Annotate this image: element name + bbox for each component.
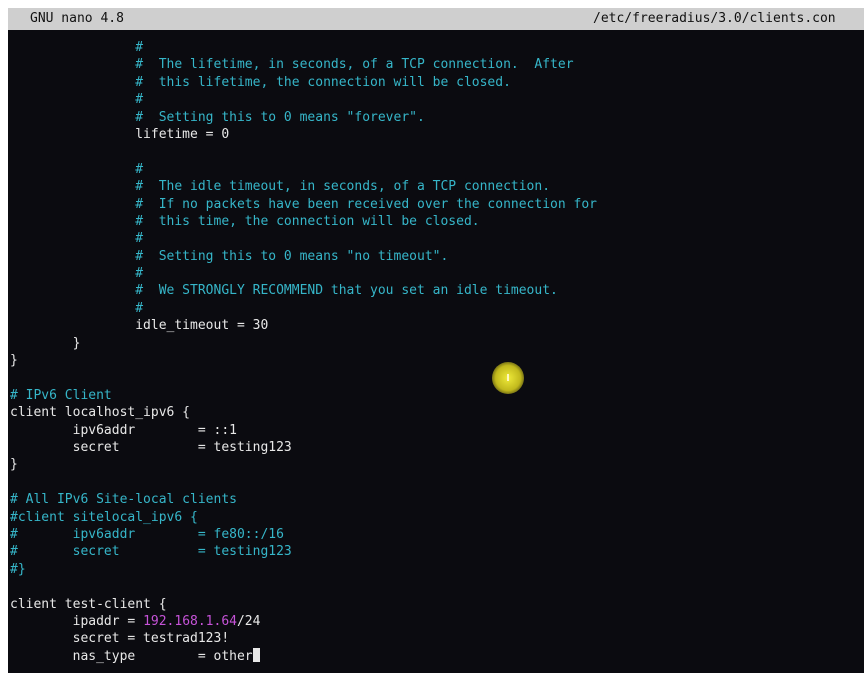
comment-text: # The lifetime, in seconds, of a TCP con… — [10, 57, 574, 73]
comment-text: # Setting this to 0 means "forever". — [10, 109, 425, 125]
comment-text: # — [10, 92, 144, 108]
editor-line[interactable]: # The idle timeout, in seconds, of a TCP… — [10, 178, 862, 195]
comment-text: #} — [10, 561, 26, 577]
comment-text: # We STRONGLY RECOMMEND that you set an … — [10, 283, 558, 299]
editor-line[interactable]: } — [10, 456, 862, 473]
editor-line[interactable]: # — [10, 300, 862, 317]
editor-line[interactable]: # — [10, 39, 862, 56]
editor-line[interactable]: # IPv6 Client — [10, 387, 862, 404]
editor-line[interactable]: secret = testing123 — [10, 439, 862, 456]
editor-line[interactable]: } — [10, 335, 862, 352]
code-text: client test-client { — [10, 596, 167, 612]
editor-line[interactable]: # All IPv6 Site-local clients — [10, 491, 862, 508]
comment-text: # All IPv6 Site-local clients — [10, 492, 237, 508]
editor-line[interactable]: # — [10, 91, 862, 108]
editor-line[interactable]: #} — [10, 561, 862, 578]
comment-text: #client sitelocal_ipv6 { — [10, 509, 198, 525]
comment-text: # ipv6addr = fe80::/16 — [10, 526, 284, 542]
editor-line[interactable]: ipv6addr = ::1 — [10, 422, 862, 439]
editor-line[interactable]: # — [10, 161, 862, 178]
comment-text: # Setting this to 0 means "no timeout". — [10, 248, 449, 264]
editor-line[interactable]: # The lifetime, in seconds, of a TCP con… — [10, 56, 862, 73]
comment-text: # IPv6 Client — [10, 387, 112, 403]
editor-line[interactable]: lifetime = 0 — [10, 126, 862, 143]
mouse-cursor-highlight — [492, 362, 524, 394]
editor-line[interactable] — [10, 474, 862, 491]
editor-line[interactable]: # this time, the connection will be clos… — [10, 213, 862, 230]
code-text: client localhost_ipv6 { — [10, 405, 191, 421]
editor-line[interactable]: secret = testrad123! — [10, 630, 862, 647]
editor-line[interactable]: idle_timeout = 30 — [10, 317, 862, 334]
editor-line[interactable]: ipaddr = 192.168.1.64/24 — [10, 613, 862, 630]
code-text: ipaddr = — [10, 613, 144, 629]
comment-text: # this time, the connection will be clos… — [10, 213, 480, 229]
comment-text: # — [10, 161, 144, 177]
editor-line[interactable]: # We STRONGLY RECOMMEND that you set an … — [10, 282, 862, 299]
code-text: secret = testrad123! — [10, 631, 230, 647]
comment-text: # — [10, 300, 144, 316]
code-text: /24 — [236, 613, 261, 629]
editor-line[interactable]: # Setting this to 0 means "forever". — [10, 109, 862, 126]
code-text: lifetime = 0 — [10, 126, 230, 142]
editor-line[interactable]: # this lifetime, the connection will be … — [10, 74, 862, 91]
editor-line[interactable]: nas_type = other — [10, 647, 862, 665]
editor-line[interactable]: client test-client { — [10, 596, 862, 613]
editor-line[interactable]: # secret = testing123 — [10, 543, 862, 560]
comment-text: # — [10, 40, 144, 55]
ip-address-text: 192.168.1.64 — [143, 613, 237, 629]
editor-line[interactable]: # Setting this to 0 means "no timeout". — [10, 248, 862, 265]
comment-text: # If no packets have been received over … — [10, 196, 597, 212]
editor-line[interactable]: } — [10, 352, 862, 369]
code-text: secret = testing123 — [10, 439, 292, 455]
editor-line[interactable]: # ipv6addr = fe80::/16 — [10, 526, 862, 543]
editor-line[interactable] — [10, 578, 862, 595]
comment-text: # this lifetime, the connection will be … — [10, 74, 511, 90]
comment-text: # The idle timeout, in seconds, of a TCP… — [10, 179, 551, 195]
editor-line[interactable]: # If no packets have been received over … — [10, 196, 862, 213]
nano-titlebar: GNU nano 4.8 /etc/freeradius/3.0/clients… — [8, 8, 864, 30]
editor-line[interactable] — [10, 369, 862, 386]
code-text: ipv6addr = ::1 — [10, 422, 237, 438]
editor-line[interactable]: # — [10, 230, 862, 247]
file-path: /etc/freeradius/3.0/clients.con — [593, 11, 836, 26]
comment-text: # — [10, 231, 144, 247]
app-version: GNU nano 4.8 — [30, 11, 124, 26]
editor-line[interactable]: #client sitelocal_ipv6 { — [10, 509, 862, 526]
terminal-window: GNU nano 4.8 /etc/freeradius/3.0/clients… — [8, 8, 864, 673]
comment-text: # secret = testing123 — [10, 544, 292, 560]
editor-line[interactable]: # — [10, 265, 862, 282]
text-cursor — [252, 647, 260, 662]
code-text: } — [10, 457, 18, 473]
comment-text: # — [10, 266, 144, 282]
code-text: idle_timeout = 30 — [10, 318, 269, 334]
code-text: } — [10, 353, 18, 369]
editor-line[interactable]: client localhost_ipv6 { — [10, 404, 862, 421]
pointer-icon — [507, 374, 509, 381]
code-text: } — [10, 335, 81, 351]
editor-line[interactable] — [10, 143, 862, 160]
text-editor-area[interactable]: # # The lifetime, in seconds, of a TCP c… — [10, 39, 862, 665]
code-text: nas_type = other — [10, 648, 253, 664]
